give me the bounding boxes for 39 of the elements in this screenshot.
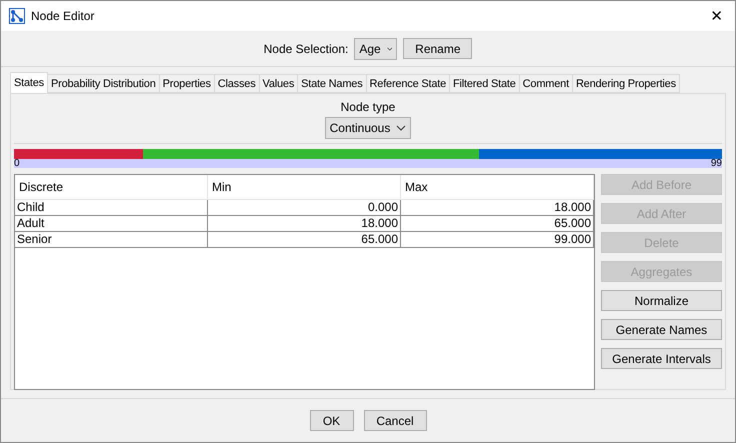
tab[interactable]: Comment bbox=[518, 74, 573, 93]
tab[interactable]: Filtered State bbox=[449, 74, 520, 93]
action-button[interactable]: Generate Names bbox=[601, 319, 722, 340]
table-cell: Child bbox=[15, 200, 208, 216]
tab[interactable]: Properties bbox=[158, 74, 215, 93]
column-header[interactable]: Min bbox=[208, 175, 401, 200]
column-header[interactable]: Max bbox=[401, 175, 594, 200]
caret-icon bbox=[396, 125, 406, 131]
node-type-dropdown[interactable]: Continuous bbox=[324, 117, 412, 139]
node-type-label: Node type bbox=[340, 100, 396, 114]
ok-button[interactable]: OK bbox=[310, 410, 354, 431]
rename-button[interactable]: Rename bbox=[403, 38, 472, 59]
tab[interactable]: States bbox=[10, 72, 48, 93]
table-cell: 18.000 bbox=[401, 200, 594, 216]
tab[interactable]: Values bbox=[258, 74, 298, 93]
column-header[interactable]: Discrete bbox=[15, 175, 208, 200]
node-selection-dropdown[interactable]: Age bbox=[354, 38, 398, 60]
window-title: Node Editor bbox=[31, 9, 96, 23]
table-cell: 18.000 bbox=[208, 216, 401, 232]
tab[interactable]: Rendering Properties bbox=[572, 74, 680, 93]
table-cell: Senior bbox=[15, 232, 208, 248]
table-cell: 65.000 bbox=[401, 216, 594, 232]
app-icon bbox=[9, 8, 25, 24]
table-cell: Adult bbox=[15, 216, 208, 232]
tab[interactable]: State Names bbox=[297, 74, 367, 93]
table-cell: 65.000 bbox=[208, 232, 401, 248]
tab[interactable]: Classes bbox=[214, 74, 260, 93]
action-button[interactable]: Generate Intervals bbox=[601, 348, 722, 369]
node-selection-label: Node Selection: bbox=[264, 42, 348, 56]
table-cell: 0.000 bbox=[208, 200, 401, 216]
tab[interactable]: Reference State bbox=[366, 74, 450, 93]
caret-icon bbox=[386, 46, 392, 52]
action-button[interactable]: Normalize bbox=[601, 290, 722, 311]
table-cell: 99.000 bbox=[401, 232, 594, 248]
tab[interactable]: Probability Distribution bbox=[47, 74, 160, 93]
scale-min: 0 bbox=[14, 159, 20, 168]
scale-max: 99 bbox=[710, 159, 722, 168]
close-button[interactable]: ✕ bbox=[706, 7, 727, 25]
cancel-button[interactable]: Cancel bbox=[364, 410, 426, 431]
